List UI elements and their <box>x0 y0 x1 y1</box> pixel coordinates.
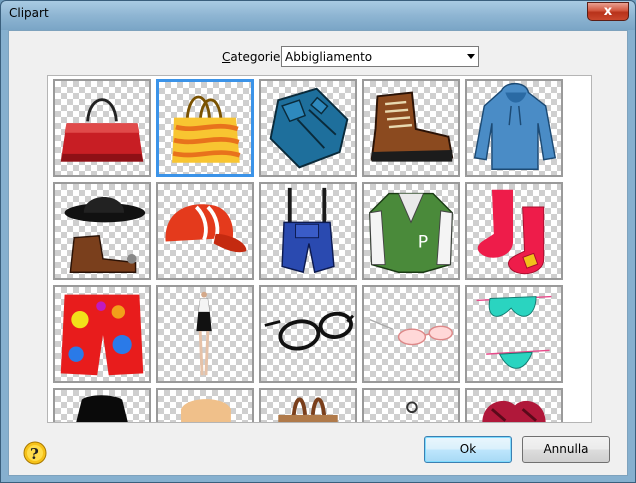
category-select[interactable]: Abbigliamento <box>281 46 479 67</box>
clipart-item[interactable] <box>362 285 460 383</box>
clipart-item[interactable] <box>53 182 151 280</box>
bikini-icon <box>476 295 552 369</box>
blue-overalls-icon <box>281 187 335 274</box>
svg-text:P: P <box>418 232 428 252</box>
red-handbag-icon <box>60 98 144 162</box>
close-button[interactable]: x <box>587 2 629 21</box>
cowboy-hat-and-boot-icon <box>64 196 146 273</box>
clipart-item[interactable] <box>362 79 460 177</box>
clipart-item[interactable] <box>156 285 254 383</box>
red-socks-icon <box>477 189 545 275</box>
category-select-value: Abbigliamento <box>285 50 373 64</box>
pink-glasses-icon <box>369 318 453 346</box>
title-bar[interactable]: Clipart x <box>1 1 635 30</box>
clipart-item[interactable] <box>259 182 357 280</box>
clipart-item[interactable] <box>362 388 460 422</box>
blue-hoodie-icon <box>473 82 557 170</box>
yellow-tote-bag-icon <box>172 95 241 163</box>
red-gloves-icon <box>482 401 546 422</box>
hand-glove-icon <box>181 399 231 422</box>
brown-boot-icon <box>370 91 454 162</box>
clipart-item[interactable] <box>53 79 151 177</box>
clipart-dialog: Clipart x Categorie Abbigliamento P ? Ok… <box>0 0 636 483</box>
help-icon[interactable]: ? <box>23 441 47 465</box>
sunglasses-icon <box>406 401 418 414</box>
black-glasses-icon <box>264 311 355 351</box>
close-icon: x <box>603 4 613 19</box>
colorful-shorts-icon <box>60 294 144 376</box>
clipart-item[interactable] <box>156 79 254 177</box>
clipart-item[interactable] <box>53 285 151 383</box>
clipart-item[interactable] <box>53 388 151 422</box>
category-label: Categorie <box>222 50 281 64</box>
brown-bag-icon <box>278 397 338 422</box>
clipart-item[interactable] <box>259 79 357 177</box>
black-shirt-icon <box>76 395 128 422</box>
window-title: Clipart <box>9 6 49 20</box>
clipart-item[interactable] <box>156 388 254 422</box>
dialog-client-area: Categorie Abbigliamento P ? Ok Annulla <box>8 30 628 476</box>
clipart-item[interactable] <box>465 388 563 422</box>
cancel-button[interactable]: Annulla <box>522 436 610 463</box>
blue-shirt-icon <box>269 87 349 169</box>
clipart-item[interactable] <box>465 285 563 383</box>
clipart-item[interactable] <box>156 182 254 280</box>
green-jacket-icon: P <box>369 192 453 273</box>
chevron-down-icon[interactable] <box>467 54 475 59</box>
ok-button[interactable]: Ok <box>424 436 512 463</box>
svg-text:?: ? <box>30 445 39 463</box>
clipart-item[interactable]: P <box>362 182 460 280</box>
dress-mannequin-icon <box>196 291 212 376</box>
clipart-item[interactable] <box>465 182 563 280</box>
clipart-item[interactable] <box>259 285 357 383</box>
red-cap-icon <box>165 204 247 253</box>
clipart-item[interactable] <box>465 79 563 177</box>
clipart-gallery: P <box>47 75 592 423</box>
clipart-item[interactable] <box>259 388 357 422</box>
